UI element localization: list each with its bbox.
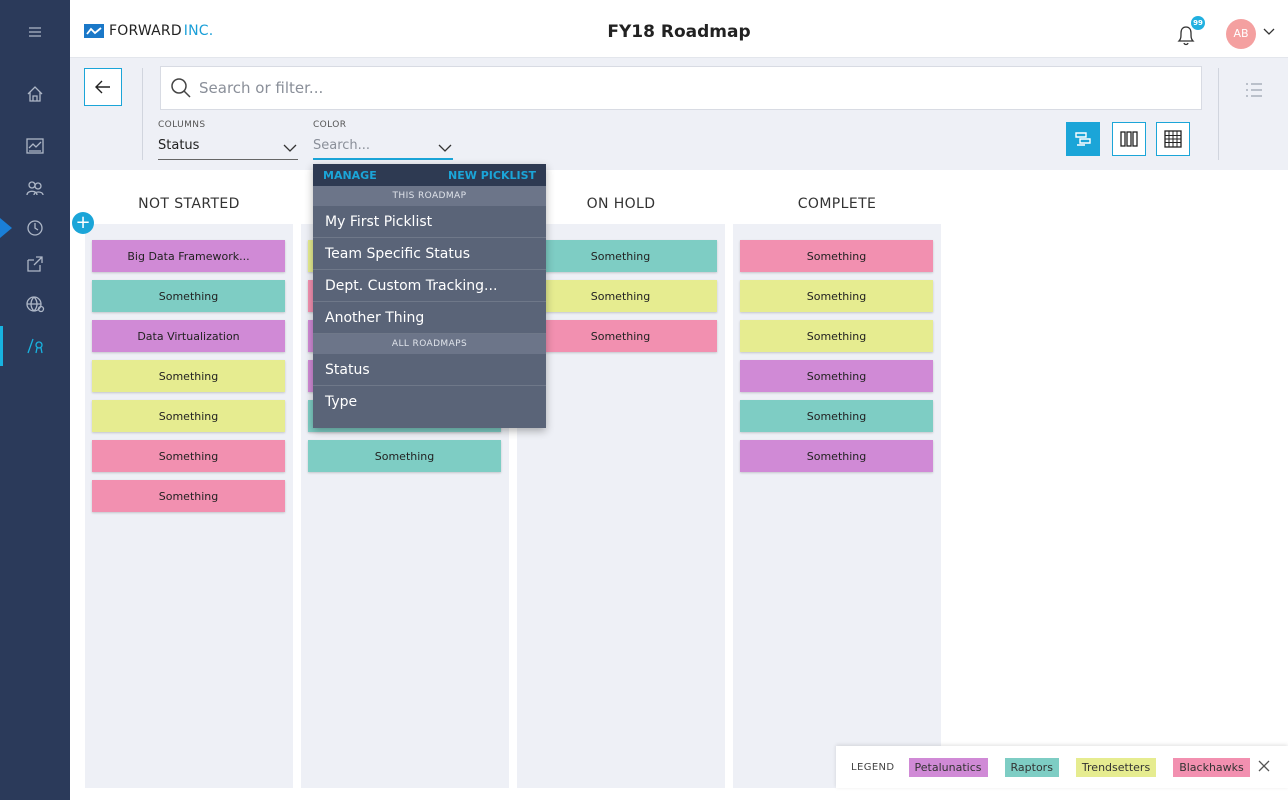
roadmap-card[interactable]: Something: [92, 480, 285, 512]
chevron-down-icon: [438, 144, 452, 152]
globe-icon[interactable]: [0, 286, 70, 322]
roadmap-card[interactable]: Something: [524, 320, 717, 352]
columns-select[interactable]: Status: [158, 138, 298, 160]
roadmap-card[interactable]: Something: [740, 320, 933, 352]
dropdown-item[interactable]: Status: [313, 354, 546, 386]
roadmap-card[interactable]: Something: [740, 400, 933, 432]
section-all-roadmaps: ALL ROADMAPS: [313, 334, 546, 354]
dropdown-item[interactable]: My First Picklist: [313, 206, 546, 238]
grid-view-icon[interactable]: [1156, 122, 1190, 156]
roadmap-card[interactable]: Something: [740, 280, 933, 312]
roadmap-card[interactable]: Something: [92, 280, 285, 312]
roadmap-card[interactable]: Something: [740, 360, 933, 392]
export-icon[interactable]: [0, 246, 70, 282]
dropdown-item[interactable]: Dept. Custom Tracking...: [313, 270, 546, 302]
divider: [1218, 68, 1219, 160]
legend-chip[interactable]: Trendsetters: [1075, 757, 1157, 777]
divider: [142, 68, 143, 160]
roadmap-card[interactable]: Something: [524, 240, 717, 272]
add-card-button[interactable]: +: [72, 212, 94, 234]
avatar[interactable]: AB: [1226, 19, 1256, 49]
people-icon[interactable]: [0, 170, 70, 206]
dropdown-item[interactable]: Type: [313, 386, 546, 418]
menu-icon[interactable]: [0, 14, 70, 50]
column-header: NOT STARTED: [138, 196, 240, 212]
left-nav: [0, 0, 70, 800]
home-icon[interactable]: [0, 76, 70, 112]
roadmap-card[interactable]: Something: [740, 440, 933, 472]
roadmap-card[interactable]: Something: [308, 440, 501, 472]
column-header: COMPLETE: [797, 196, 877, 212]
list-options-icon[interactable]: [1242, 78, 1266, 102]
chart-icon[interactable]: [0, 128, 70, 164]
color-dropdown: MANAGE NEW PICKLIST THIS ROADMAP My Firs…: [313, 164, 546, 428]
page-title: FY18 Roadmap: [607, 22, 751, 42]
color-select-placeholder: Search...: [313, 138, 371, 153]
dropdown-item[interactable]: Team Specific Status: [313, 238, 546, 270]
new-picklist-link[interactable]: NEW PICKLIST: [448, 169, 536, 182]
chevron-down-icon: [283, 144, 297, 152]
pointer-arrow-icon: [0, 218, 12, 238]
dropdown-header: MANAGE NEW PICKLIST: [313, 164, 546, 186]
legend-chip[interactable]: Raptors: [1004, 757, 1059, 777]
column-header: ON HOLD: [586, 196, 656, 212]
arrow-left-icon: [95, 80, 110, 94]
chevron-down-icon[interactable]: [1262, 24, 1276, 38]
timeline-view-icon[interactable]: [1066, 122, 1100, 156]
color-select[interactable]: Search...: [313, 138, 453, 160]
roadmap-card[interactable]: Something: [740, 240, 933, 272]
close-icon[interactable]: [1256, 758, 1272, 774]
roadmap-card[interactable]: Something: [92, 360, 285, 392]
legend-chip[interactable]: Blackhawks: [1173, 757, 1250, 777]
columns-select-value: Status: [158, 138, 200, 153]
columns-label: COLUMNS: [158, 120, 206, 130]
roadmap-card[interactable]: Data Virtualization: [92, 320, 285, 352]
notification-badge[interactable]: 99: [1191, 16, 1205, 30]
legend-chip[interactable]: Petalunatics: [908, 757, 988, 777]
roadmap-card[interactable]: Something: [92, 400, 285, 432]
toolbar: COLUMNS Status COLOR Search...: [70, 58, 1288, 170]
search-input[interactable]: [199, 79, 1099, 97]
legend-label: LEGEND: [851, 761, 895, 773]
roadmap-card[interactable]: Big Data Framework...: [92, 240, 285, 272]
columns-view-icon[interactable]: [1112, 122, 1146, 156]
roadmap-icon[interactable]: [0, 328, 70, 364]
roadmap-card[interactable]: Something: [524, 280, 717, 312]
legend: LEGEND Petalunatics Raptors Trendsetters…: [836, 746, 1288, 788]
search-bar[interactable]: [160, 66, 1202, 110]
back-button[interactable]: [84, 68, 122, 106]
roadmap-card[interactable]: Something: [92, 440, 285, 472]
dropdown-item[interactable]: Another Thing: [313, 302, 546, 334]
section-this-roadmap: THIS ROADMAP: [313, 186, 546, 206]
search-icon: [171, 78, 191, 98]
color-label: COLOR: [313, 120, 347, 130]
header: FORWARD INC. FY18 Roadmap 99 AB: [70, 0, 1288, 58]
manage-link[interactable]: MANAGE: [323, 169, 377, 182]
